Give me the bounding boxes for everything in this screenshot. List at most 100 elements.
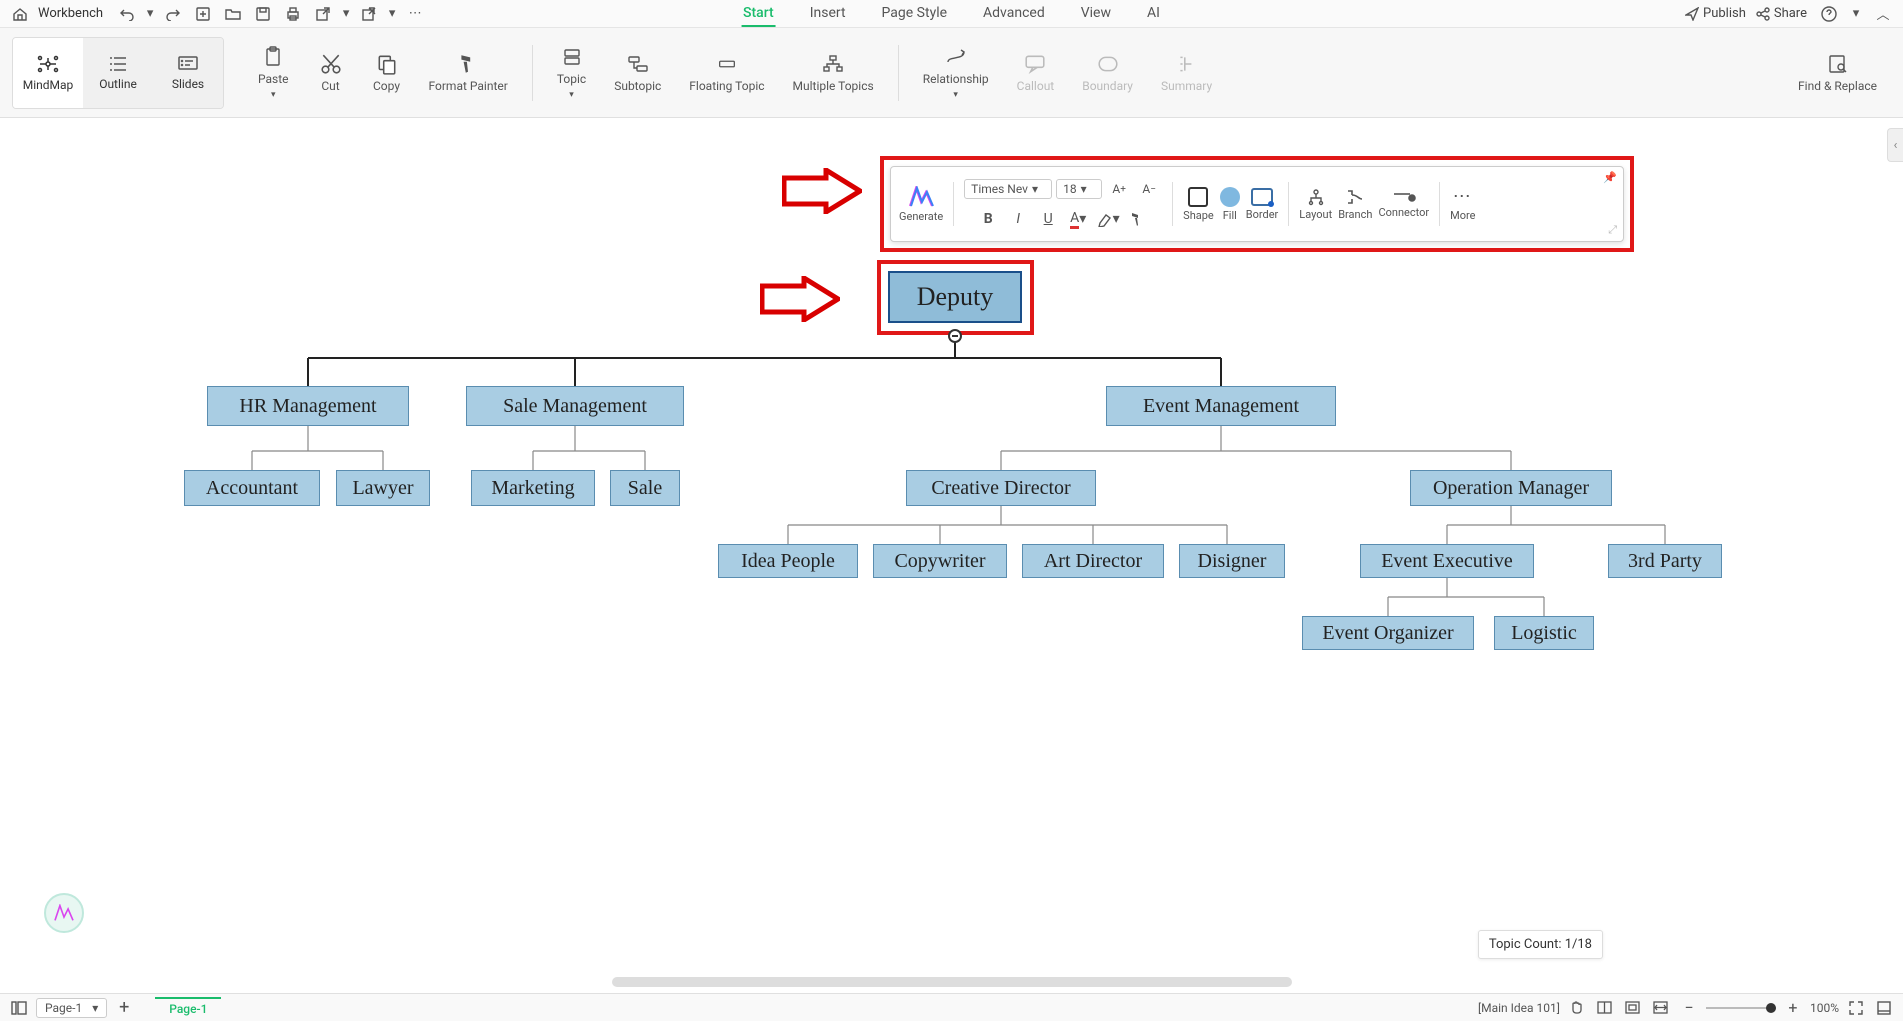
redo-icon[interactable]	[161, 2, 185, 26]
multiple-topics-button[interactable]: Multiple Topics	[779, 47, 888, 99]
view-mindmap[interactable]: MindMap	[13, 38, 83, 108]
add-page-icon[interactable]: +	[113, 997, 135, 1019]
node-event-organizer[interactable]: Event Organizer	[1302, 616, 1474, 650]
layout-button[interactable]: Layout	[1299, 188, 1332, 221]
share-button[interactable]: Share	[1756, 6, 1807, 21]
node-idea-people[interactable]: Idea People	[718, 544, 858, 578]
workbench-label[interactable]: Workbench	[38, 6, 103, 21]
branch-button[interactable]: Branch	[1338, 188, 1372, 221]
arrow-annotation-icon	[782, 168, 862, 214]
font-color-icon[interactable]: A ▾	[1065, 206, 1091, 232]
tab-view[interactable]: View	[1079, 1, 1113, 27]
connector-button[interactable]: Connector	[1378, 190, 1429, 219]
zoom-in-icon[interactable]: +	[1782, 997, 1804, 1019]
quickaccess-more-icon[interactable]: ⋯	[403, 2, 427, 26]
fullscreen-icon[interactable]	[1845, 997, 1867, 1019]
node-event-management[interactable]: Event Management	[1106, 386, 1336, 426]
tab-page-style[interactable]: Page Style	[880, 1, 949, 27]
open-icon[interactable]	[221, 2, 245, 26]
collapse-handle-icon[interactable]	[948, 329, 962, 343]
topic-button[interactable]: Topic▾	[543, 40, 600, 106]
publish-button[interactable]: Publish	[1685, 6, 1746, 21]
clear-format-icon[interactable]	[1125, 206, 1151, 232]
node-hr-management[interactable]: HR Management	[207, 386, 409, 426]
cut-button[interactable]: Cut	[303, 47, 359, 99]
layout-label: Layout	[1299, 208, 1332, 221]
ai-assistant-button[interactable]	[44, 893, 84, 933]
node-deputy[interactable]: Deputy	[888, 271, 1022, 323]
generate-button[interactable]: Generate	[899, 186, 943, 223]
canvas[interactable]: Deputy HR Management Sale Management Eve…	[0, 118, 1903, 993]
format-painter-button[interactable]: Format Painter	[415, 47, 522, 99]
font-family-value: Times Nev	[971, 182, 1028, 196]
fit-width-icon[interactable]	[1650, 997, 1672, 1019]
pages-panel-icon[interactable]	[8, 997, 30, 1019]
page-tab[interactable]: Page-1	[155, 997, 221, 1019]
tab-advanced[interactable]: Advanced	[981, 1, 1047, 27]
bold-icon[interactable]: B	[975, 206, 1001, 232]
zoom-out-icon[interactable]: −	[1678, 997, 1700, 1019]
hand-tool-icon[interactable]	[1566, 997, 1588, 1019]
node-copywriter[interactable]: Copywriter	[873, 544, 1007, 578]
expand-icon[interactable]: ⤢	[1608, 223, 1617, 237]
find-replace-button[interactable]: Find & Replace	[1784, 47, 1891, 99]
right-panel-toggle[interactable]: ‹	[1887, 128, 1903, 162]
italic-icon[interactable]: I	[1005, 206, 1031, 232]
node-lawyer[interactable]: Lawyer	[336, 470, 430, 506]
fill-button[interactable]: Fill	[1220, 187, 1240, 222]
tab-start[interactable]: Start	[741, 1, 776, 27]
new-icon[interactable]	[191, 2, 215, 26]
home-icon[interactable]	[8, 2, 32, 26]
view-outline[interactable]: Outline	[83, 38, 153, 108]
undo-dropdown-icon[interactable]: ▾	[145, 2, 155, 26]
node-third-party[interactable]: 3rd Party	[1608, 544, 1722, 578]
copy-button[interactable]: Copy	[359, 47, 415, 99]
tab-ai[interactable]: AI	[1145, 1, 1162, 27]
node-operation-manager[interactable]: Operation Manager	[1410, 470, 1612, 506]
node-logistic[interactable]: Logistic	[1494, 616, 1594, 650]
more-button[interactable]: ⋯More	[1450, 186, 1475, 222]
subtopic-button[interactable]: Subtopic	[600, 47, 675, 99]
node-creative-director[interactable]: Creative Director	[906, 470, 1096, 506]
node-event-executive[interactable]: Event Executive	[1360, 544, 1534, 578]
font-size-picker[interactable]: 18▾	[1056, 179, 1102, 199]
callout-button[interactable]: Callout	[1003, 47, 1069, 99]
zoom-slider[interactable]	[1706, 1007, 1776, 1009]
view-slides[interactable]: Slides	[153, 38, 223, 108]
boundary-button[interactable]: Boundary	[1068, 47, 1147, 99]
node-accountant[interactable]: Accountant	[184, 470, 320, 506]
summary-button[interactable]: Summary	[1147, 47, 1226, 99]
underline-icon[interactable]: U	[1035, 206, 1061, 232]
export-dropdown-icon[interactable]: ▾	[341, 2, 351, 26]
node-disigner[interactable]: Disigner	[1179, 544, 1285, 578]
undo-icon[interactable]	[115, 2, 139, 26]
node-marketing[interactable]: Marketing	[471, 470, 595, 506]
fit-page-icon[interactable]	[1622, 997, 1644, 1019]
import-icon[interactable]	[357, 2, 381, 26]
help-dropdown-icon[interactable]: ▾	[1851, 2, 1861, 26]
highlight-icon[interactable]: ▾	[1095, 206, 1121, 232]
import-dropdown-icon[interactable]: ▾	[387, 2, 397, 26]
border-button[interactable]: Border	[1246, 188, 1279, 221]
page-selector[interactable]: Page-1▾	[36, 998, 107, 1018]
minimize-icon[interactable]	[1873, 997, 1895, 1019]
node-art-director[interactable]: Art Director	[1022, 544, 1164, 578]
relationship-button[interactable]: Relationship▾	[909, 40, 1003, 106]
split-view-icon[interactable]	[1594, 997, 1616, 1019]
pin-icon[interactable]: 📌	[1603, 171, 1617, 184]
paste-button[interactable]: Paste▾	[244, 40, 303, 106]
tab-insert[interactable]: Insert	[808, 1, 848, 27]
decrease-font-icon[interactable]: A−	[1136, 176, 1162, 202]
node-sale[interactable]: Sale	[610, 470, 680, 506]
floating-topic-button[interactable]: Floating Topic	[675, 47, 778, 99]
increase-font-icon[interactable]: A+	[1106, 176, 1132, 202]
help-icon[interactable]	[1817, 2, 1841, 26]
export-icon[interactable]	[311, 2, 335, 26]
print-icon[interactable]	[281, 2, 305, 26]
save-icon[interactable]	[251, 2, 275, 26]
font-family-picker[interactable]: Times Nev▾	[964, 179, 1052, 199]
shape-button[interactable]: Shape	[1183, 187, 1214, 222]
horizontal-scrollbar[interactable]	[612, 977, 1292, 987]
node-sale-management[interactable]: Sale Management	[466, 386, 684, 426]
collapse-ribbon-icon[interactable]: ︿	[1871, 2, 1895, 26]
